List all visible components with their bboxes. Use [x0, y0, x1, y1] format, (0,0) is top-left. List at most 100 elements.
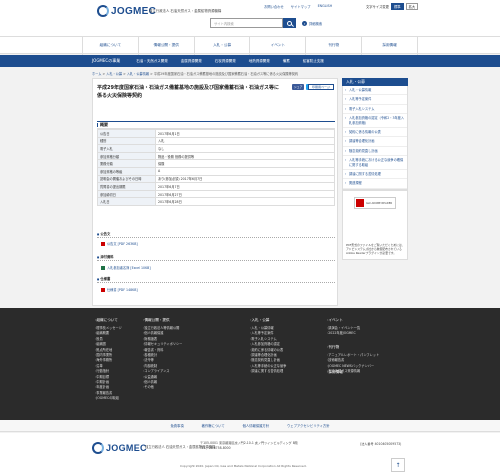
table-row: 種別 入札 [97, 136, 335, 146]
attachment-file-label: 入札参加者名簿 [Excel 10KB] [107, 266, 151, 270]
footer-column-heading[interactable]: 刊行物 [327, 345, 379, 350]
overview-key: 公告日 [97, 129, 156, 138]
bnav-business[interactable]: JOGMECの事業 [92, 55, 120, 67]
footer-link[interactable]: 2022年度JOGMEC [327, 331, 360, 336]
print-page-button[interactable]: 印刷用ページ [308, 84, 334, 90]
footer-link[interactable]: その他 [143, 385, 182, 390]
pdf-icon [101, 241, 105, 246]
adobe-icon [356, 199, 364, 207]
sidebar-item[interactable]: 関連規程 [343, 179, 407, 189]
overview-value: 物品・役務 役務の提供等 [155, 151, 335, 161]
english-link[interactable]: ENGLISH [318, 4, 333, 9]
spec-file-link[interactable]: 仕様書 [PDF 148KB] [101, 287, 138, 292]
bnav-oil-gas[interactable]: 石油・天然ガス開発 [136, 55, 168, 67]
sidebar-item[interactable]: 入札等手続における公正な競争の確保に関する取組 [343, 156, 407, 171]
sidebar-item[interactable]: 契約に係る情報の公表 [343, 128, 407, 138]
facebook-share-button[interactable]: シェア [292, 84, 305, 90]
overview-key: 参加資格の等級 [97, 166, 156, 176]
bnav-geothermal[interactable]: 地熱資源開発 [249, 55, 270, 67]
footer-column: 情報公開・提供独立行政法人等情報公開個人情報保護財務諸表情報セキュリティポリシー… [143, 318, 182, 391]
nav-about[interactable]: 組織について [82, 37, 138, 55]
overview-key: 電子入札 [97, 144, 156, 153]
font-size-standard-button[interactable]: 標準 [390, 3, 404, 10]
breadcrumb-procurement[interactable]: 入札・公募 [106, 72, 122, 76]
footer-logo[interactable]: JOGMEC [92, 442, 147, 454]
help-icon: ? [302, 21, 307, 26]
nav-events[interactable]: イベント [249, 37, 305, 55]
table-row: 質問書の提出期限 2017年6月7日 [97, 182, 335, 191]
page-title: 平成29年度国家石油・石油ガス備蓄基地の施設及び国家備蓄石油・石油ガス等に係る火… [97, 85, 279, 99]
table-row: 業務分類 保険 [97, 159, 335, 168]
nav-careers[interactable]: 採用情報 [361, 37, 418, 55]
footer-link[interactable]: 情報セキュリティポリシー [143, 342, 182, 347]
sidebar-item[interactable]: 入札・公募情報 [343, 86, 407, 96]
search-input[interactable]: サイト内検索 [210, 18, 283, 28]
footer-column: 組織について理事長メッセージ組織概要役員組織図拠点所在地国内事業所海外事務所沿革… [95, 318, 122, 402]
adobe-reader-badge[interactable]: Get ADOBE READER [354, 197, 396, 209]
spec-file-label: 仕様書 [PDF 148KB] [107, 288, 138, 292]
sidebar-list: 入札・公募情報入札等予定案件電子入札システム入札参加資格の認定（令和2・3年度入… [342, 86, 408, 190]
footer-column-heading[interactable]: 採用情報 [327, 370, 342, 375]
footer-column-heading[interactable]: 情報公開・提供 [143, 318, 182, 323]
table-row: 参加資格の等級 A [97, 166, 335, 176]
sidebar-item[interactable]: 入札参加資格の認定（令和2・3年度入札参加資格） [343, 114, 407, 129]
overview-key: 質問書の提出期限 [97, 182, 156, 191]
bnav-mine-pollution[interactable]: 鉱害防止支援 [303, 55, 324, 67]
notice-file-link[interactable]: 公告文 [PDF 263KB] [101, 241, 138, 246]
footer-disclaimer-link[interactable]: 免責事項 [170, 420, 183, 431]
advanced-search-link[interactable]: ? 詳細検索 [302, 21, 322, 26]
footer-column-heading[interactable]: イベント [327, 318, 360, 323]
sidebar-item[interactable]: 電子入札システム [343, 105, 407, 115]
logo-subtitle: 独立行政法人 石油天然ガス・金属鉱物資源機構 [149, 9, 222, 13]
nav-publications[interactable]: 刊行物 [305, 37, 361, 55]
sidebar-item[interactable]: 調達等合理化計画 [343, 137, 407, 147]
attachment-file-link[interactable]: 入札参加者名簿 [Excel 10KB] [101, 265, 151, 270]
bnav-stockpiling[interactable]: 備蓄 [283, 55, 290, 67]
footer-copyright-link[interactable]: 著作権について [202, 420, 225, 431]
footer-logo-text: JOGMEC [106, 443, 147, 453]
attachment-heading: 添付資料 [97, 255, 335, 261]
footer-accessibility-link[interactable]: ウェブアクセシビリティ方針 [287, 420, 330, 431]
adobe-reader-box: Get ADOBE READER PDF形式のファイルをご覧いただくためには、ア… [342, 190, 408, 260]
notice-heading: 公告文 [97, 232, 335, 238]
footer-column: イベント講演会・イベント一覧2022年度JOGMEC [327, 318, 360, 337]
footer-corporate-number: (法人番号 4010405009573) [360, 442, 402, 446]
nav-info[interactable]: 情報公開・提供 [137, 37, 194, 55]
sidebar-item[interactable]: 調達に関する苦情処理 [343, 170, 407, 180]
table-row: 電子入札 なし [97, 144, 335, 153]
table-row: 参加締切日 2017年6月27日 [97, 189, 335, 199]
footer-link[interactable]: JOGMECの取組 [95, 396, 122, 401]
font-size-control: 文字サイズ変更 標準 拡大 [366, 3, 419, 10]
business-nav: JOGMECの事業 石油・天然ガス開発 金属資源開発 石炭資源開発 地熱資源開発… [0, 55, 500, 67]
bnav-coal[interactable]: 石炭資源開発 [215, 55, 236, 67]
overview-value: 2017年6月1日 [155, 129, 335, 138]
breadcrumb-procurement-info[interactable]: 入札・公募情報 [127, 72, 149, 76]
overview-table: 公告日 2017年6月1日 種別 入札 電子入札 なし 参加資格分類 物品・役務 役務の提供等… [97, 129, 335, 206]
footer-bottom: JOGMEC 独立行政法人 石油天然ガス・金属鉱物資源機構 〒105-0001 … [0, 433, 500, 474]
excel-icon [101, 265, 105, 270]
sitemap-link[interactable]: サイトマップ [291, 4, 311, 9]
overview-value: 2017年6月27日 [155, 189, 335, 199]
overview-key: 入札日 [97, 197, 156, 206]
overview-value: A [155, 166, 335, 176]
footer-privacy-link[interactable]: 個人情報保護方針 [243, 420, 269, 431]
footer-column-heading[interactable]: 入札・公募 [250, 318, 286, 323]
logo-mark-icon [92, 442, 104, 454]
contact-link[interactable]: お問い合わせ [264, 4, 284, 9]
overview-value: なし [155, 144, 335, 153]
sidebar-item[interactable]: 入札等予定案件 [343, 95, 407, 105]
adobe-reader-note: PDF形式のファイルをご覧いただくためには、アドビシステムズ社から無償配布されて… [346, 243, 405, 255]
footer-link[interactable]: 調達に関する苦情処理 [250, 369, 286, 374]
footer-column-heading[interactable]: 組織について [95, 318, 122, 323]
bnav-metals[interactable]: 金属資源開発 [181, 55, 202, 67]
nav-procurement[interactable]: 入札・公募 [193, 37, 250, 55]
font-size-large-button[interactable]: 拡大 [405, 3, 419, 10]
site-logo[interactable]: JOGMEC [97, 5, 156, 17]
notice-file-label: 公告文 [PDF 263KB] [107, 242, 138, 246]
sidebar-item[interactable]: 随意契約見直し計画 [343, 147, 407, 157]
back-to-top-button[interactable]: ↑ [391, 458, 405, 472]
overview-value: 入札 [155, 136, 335, 146]
search-button[interactable] [283, 18, 296, 28]
breadcrumb-home[interactable]: ホーム [92, 72, 101, 76]
table-row: 参加資格分類 物品・役務 役務の提供等 [97, 151, 335, 161]
